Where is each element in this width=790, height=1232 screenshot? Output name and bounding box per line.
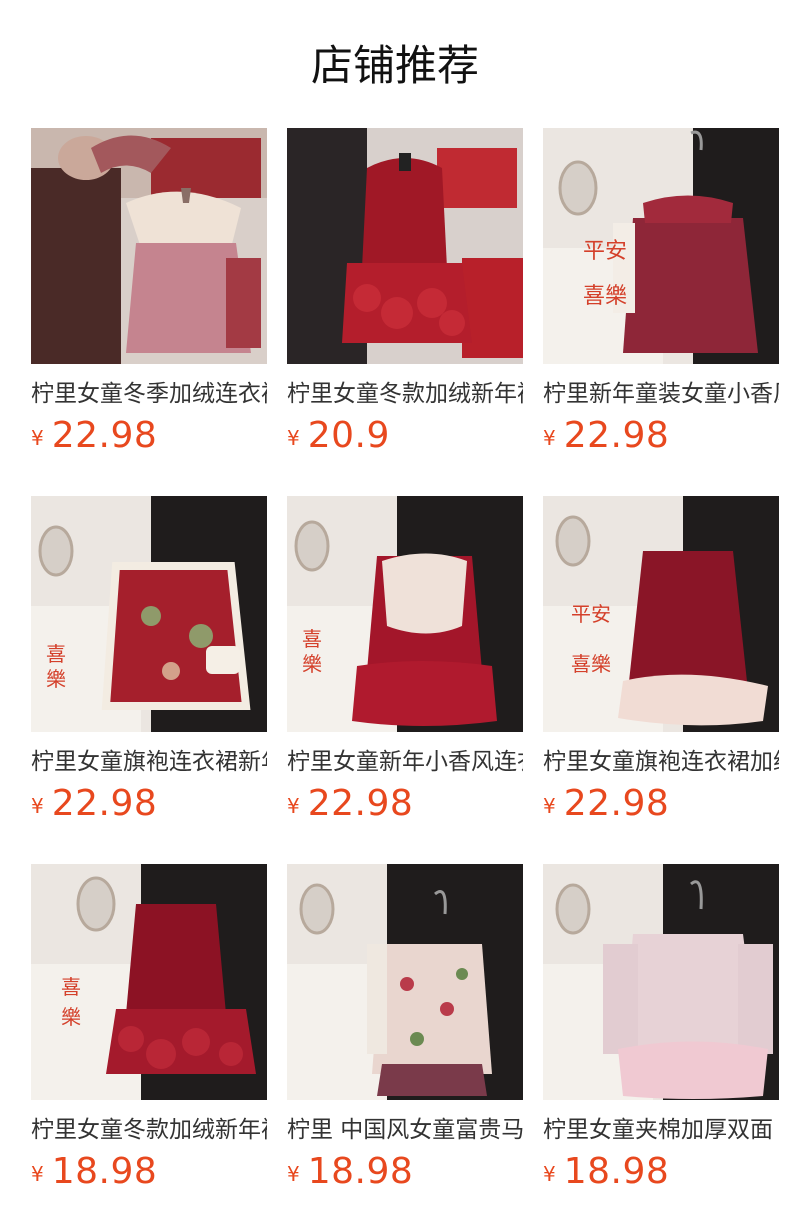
product-image[interactable]: 平安 喜樂	[543, 496, 779, 732]
product-name[interactable]: 柠里女童新年小香风连衣	[287, 746, 523, 778]
currency-symbol: ¥	[543, 1162, 556, 1186]
product-grid: 柠里女童冬季加绒连衣裙 ¥22.98 柠里女童冬款加绒新年裙 ¥20.9 平安 …	[31, 128, 779, 1232]
pink-quilted-jacket-photo	[543, 864, 779, 1100]
product-card[interactable]: 喜 樂 柠里女童旗袍连衣裙新年 ¥22.98	[31, 496, 267, 864]
currency-symbol: ¥	[287, 1162, 300, 1186]
product-price: ¥18.98	[287, 1152, 523, 1198]
product-image[interactable]: 喜 樂	[31, 496, 267, 732]
product-card[interactable]: 平安 喜樂 柠里新年童装女童小香风 ¥22.98	[543, 128, 779, 496]
product-name[interactable]: 柠里女童旗袍连衣裙加绒	[543, 746, 779, 778]
price-amount: 22.98	[51, 415, 158, 456]
product-image[interactable]	[287, 128, 523, 364]
svg-text:喜樂: 喜樂	[583, 284, 627, 309]
product-image[interactable]	[287, 864, 523, 1100]
product-name[interactable]: 柠里女童冬款加绒新年裙	[287, 378, 523, 410]
product-image[interactable]	[543, 864, 779, 1100]
product-name[interactable]: 柠里女童冬季加绒连衣裙	[31, 378, 267, 410]
price-amount: 18.98	[307, 1151, 414, 1192]
currency-symbol: ¥	[31, 426, 44, 450]
product-image[interactable]: 喜 樂	[31, 864, 267, 1100]
product-name[interactable]: 柠里女童旗袍连衣裙新年	[31, 746, 267, 778]
red-velvet-rose-dress-photo: 喜 樂	[31, 864, 267, 1100]
price-amount: 18.98	[563, 1151, 670, 1192]
product-price: ¥22.98	[287, 784, 523, 830]
product-price: ¥20.9	[287, 416, 523, 462]
currency-symbol: ¥	[287, 426, 300, 450]
product-price: ¥22.98	[543, 416, 779, 462]
product-image[interactable]	[31, 128, 267, 364]
product-name[interactable]: 柠里新年童装女童小香风	[543, 378, 779, 410]
product-price: ¥22.98	[31, 784, 267, 830]
svg-text:喜: 喜	[46, 642, 66, 666]
product-name[interactable]: 柠里 中国风女童富贵马甲	[287, 1114, 523, 1146]
svg-text:平安: 平安	[571, 602, 611, 626]
product-card[interactable]: 喜 樂 柠里女童冬款加绒新年裙 ¥18.98	[31, 864, 267, 1232]
currency-symbol: ¥	[543, 794, 556, 818]
page-title: 店铺推荐	[310, 41, 479, 90]
svg-text:樂: 樂	[46, 667, 66, 691]
product-price: ¥18.98	[31, 1152, 267, 1198]
red-sequin-vest-dress-photo: 平安 喜樂	[543, 496, 779, 732]
red-velvet-qipao-dress-photo	[287, 128, 523, 364]
red-floral-qipao-vest-photo: 喜 樂	[31, 496, 267, 732]
pink-cape-dress-photo	[31, 128, 267, 364]
red-tweed-vest-dress-photo: 平安 喜樂	[543, 128, 779, 364]
svg-text:喜: 喜	[302, 627, 322, 651]
floral-vest-photo	[287, 864, 523, 1100]
product-card[interactable]: 平安 喜樂 柠里女童旗袍连衣裙加绒 ¥22.98	[543, 496, 779, 864]
price-amount: 18.98	[51, 1151, 158, 1192]
product-price: ¥22.98	[543, 784, 779, 830]
product-card[interactable]: 柠里 中国风女童富贵马甲 ¥18.98	[287, 864, 523, 1232]
currency-symbol: ¥	[543, 426, 556, 450]
product-image[interactable]: 平安 喜樂	[543, 128, 779, 364]
product-price: ¥18.98	[543, 1152, 779, 1198]
product-name[interactable]: 柠里女童冬款加绒新年裙	[31, 1114, 267, 1146]
svg-text:樂: 樂	[61, 1005, 81, 1029]
price-amount: 20.9	[307, 415, 390, 456]
svg-text:喜: 喜	[61, 975, 81, 999]
currency-symbol: ¥	[31, 1162, 44, 1186]
product-image[interactable]: 喜 樂	[287, 496, 523, 732]
product-card[interactable]: 柠里女童冬款加绒新年裙 ¥20.9	[287, 128, 523, 496]
product-card[interactable]: 柠里女童冬季加绒连衣裙 ¥22.98	[31, 128, 267, 496]
price-amount: 22.98	[563, 415, 670, 456]
red-lace-collar-dress-photo: 喜 樂	[287, 496, 523, 732]
price-amount: 22.98	[563, 783, 670, 824]
product-price: ¥22.98	[31, 416, 267, 462]
currency-symbol: ¥	[31, 794, 44, 818]
svg-text:喜樂: 喜樂	[571, 652, 611, 676]
svg-text:樂: 樂	[302, 652, 322, 676]
product-card[interactable]: 柠里女童夹棉加厚双面 ¥18.98	[543, 864, 779, 1232]
price-amount: 22.98	[51, 783, 158, 824]
price-amount: 22.98	[307, 783, 414, 824]
currency-symbol: ¥	[287, 794, 300, 818]
product-card[interactable]: 喜 樂 柠里女童新年小香风连衣 ¥22.98	[287, 496, 523, 864]
svg-text:平安: 平安	[583, 239, 627, 264]
product-name[interactable]: 柠里女童夹棉加厚双面	[543, 1114, 779, 1146]
